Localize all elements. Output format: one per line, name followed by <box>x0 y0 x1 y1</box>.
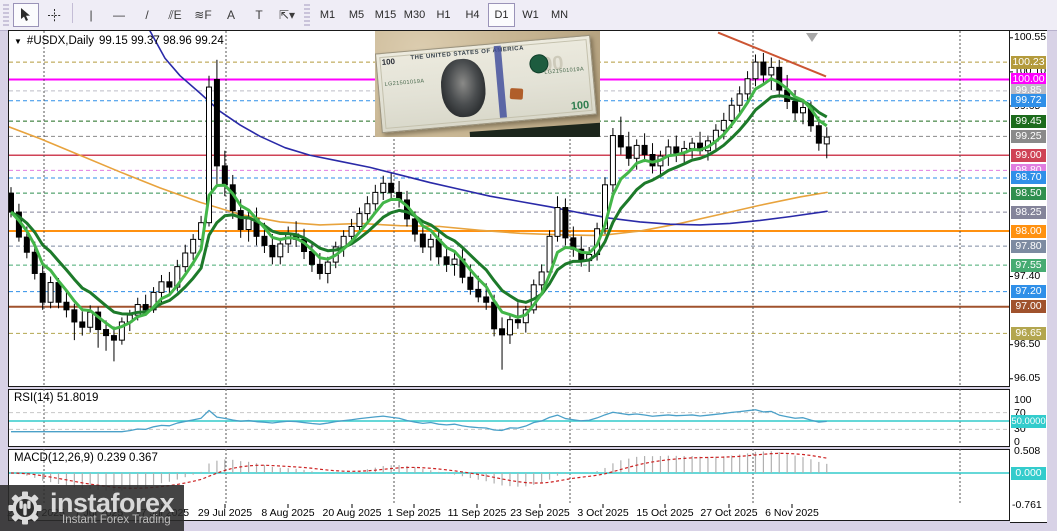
rsi-panel[interactable] <box>8 389 1010 447</box>
macd-scale-min: -0.761 <box>1012 499 1042 511</box>
text-icon[interactable]: A <box>218 3 244 27</box>
arrows-icon[interactable]: ⇱▾ <box>274 3 300 27</box>
dollar-bill-photo: THE UNITED STATES OF AMERICA 100 LG21501… <box>375 31 600 137</box>
symbol-period-label: #USDX,Daily <box>26 35 95 47</box>
date-axis-label: 20 Aug 2025 <box>322 507 382 519</box>
rsi-scale-100: 100 <box>1014 394 1032 406</box>
rsi-50-badge: 50.0000 <box>1011 414 1046 428</box>
instaforex-gear-icon <box>8 491 42 525</box>
price-level-badge: 98.25 <box>1011 205 1046 219</box>
toolbar-drag-handle[interactable] <box>3 4 9 26</box>
price-level-badge: 97.00 <box>1011 300 1046 314</box>
mt-terminal-window: { "toolbar": { "tools": [ {"name": "curs… <box>0 0 1057 531</box>
rsi-label: RSI(14) 51.8019 <box>14 392 99 404</box>
price-level-badge: 97.55 <box>1011 258 1046 272</box>
price-scale-value: 100.55 <box>1014 31 1047 44</box>
price-level-badge: 99.45 <box>1011 114 1046 128</box>
bill-denomination-topleft: 100 <box>381 56 396 67</box>
date-axis-label: 23 Sep 2025 <box>510 507 570 519</box>
watermark-brand-name: instaforex <box>50 487 175 518</box>
date-axis-label: 29 Jul 2025 <box>197 507 253 519</box>
timeframe-m30-button[interactable]: M30 <box>401 3 428 27</box>
price-level-badge: 98.70 <box>1011 171 1046 185</box>
second-bill-edge <box>469 122 600 137</box>
macd-scale-max: 0.508 <box>1014 445 1041 457</box>
price-scale-value: 96.05 <box>1014 372 1041 385</box>
price-level-badge: 99.25 <box>1011 129 1046 143</box>
text-label-icon[interactable]: T <box>246 3 272 27</box>
equidistant-channel-icon[interactable]: ⫽E <box>162 3 188 27</box>
date-axis-label: 1 Sep 2025 <box>387 507 441 519</box>
crosshair-icon[interactable] <box>41 3 67 27</box>
timeframe-m5-button[interactable]: M5 <box>343 3 370 27</box>
price-level-badge: 99.00 <box>1011 148 1046 162</box>
timeframe-h4-button[interactable]: H4 <box>459 3 486 27</box>
ohlc-values: 99.15 99.37 98.96 99.24 <box>99 35 224 47</box>
price-level-badge: 97.20 <box>1011 285 1046 299</box>
timeframe-h1-button[interactable]: H1 <box>430 3 457 27</box>
timeframe-m1-button[interactable]: M1 <box>314 3 341 27</box>
date-axis-label: 11 Sep 2025 <box>447 507 507 519</box>
horizontal-line-icon[interactable]: — <box>106 3 132 27</box>
price-level-badge: 99.72 <box>1011 94 1046 108</box>
date-axis-label: 3 Oct 2025 <box>577 507 629 519</box>
hundred-dollar-bill: THE UNITED STATES OF AMERICA 100 LG21501… <box>375 34 598 134</box>
date-axis-label: 15 Oct 2025 <box>636 507 694 519</box>
date-axis-label: 27 Oct 2025 <box>700 507 758 519</box>
price-level-badge: 96.65 <box>1011 326 1046 340</box>
timeframe-w1-button[interactable]: W1 <box>517 3 544 27</box>
date-axis-label: 8 Aug 2025 <box>261 507 315 519</box>
trendline-icon[interactable]: / <box>134 3 160 27</box>
date-axis-label: 6 Nov 2025 <box>765 507 819 519</box>
watermark-tagline: Instant Forex Trading <box>62 513 171 526</box>
vertical-line-icon[interactable]: | <box>78 3 104 27</box>
timeframe-mn-button[interactable]: MN <box>546 3 573 27</box>
chevron-down-icon[interactable]: ▼ <box>14 37 22 46</box>
price-level-badge: 98.00 <box>1011 224 1046 238</box>
macd-zero-badge: 0.000 <box>1011 466 1046 480</box>
bill-denomination-bottomright: 100 <box>570 99 590 113</box>
timeframe-d1-button[interactable]: D1 <box>488 3 515 27</box>
toolbar: | — / ⫽E ≋F A T ⇱▾ M1 M5 M15 M30 H1 H4 D1 W1 MN <box>0 0 1057 31</box>
copper-inkwell <box>509 88 524 100</box>
price-level-badge: 100.23 <box>1011 55 1046 69</box>
chart-title: ▼ #USDX,Daily 99.15 99.37 98.96 99.24 <box>14 35 224 47</box>
toolbar-separator <box>72 3 73 23</box>
price-scale-value: 96.50 <box>1014 338 1041 351</box>
macd-label: MACD(12,26,9) 0.239 0.367 <box>14 452 158 464</box>
instaforex-watermark: instaforex Instant Forex Trading <box>0 485 184 531</box>
price-scale-value: 97.40 <box>1014 269 1041 282</box>
cursor-icon[interactable] <box>13 3 39 27</box>
timeframe-toolbar-drag-handle[interactable] <box>304 4 310 26</box>
price-level-badge: 98.50 <box>1011 186 1046 200</box>
timeframe-m15-button[interactable]: M15 <box>372 3 399 27</box>
fibonacci-icon[interactable]: ≋F <box>190 3 216 27</box>
price-level-badge: 97.80 <box>1011 239 1046 253</box>
